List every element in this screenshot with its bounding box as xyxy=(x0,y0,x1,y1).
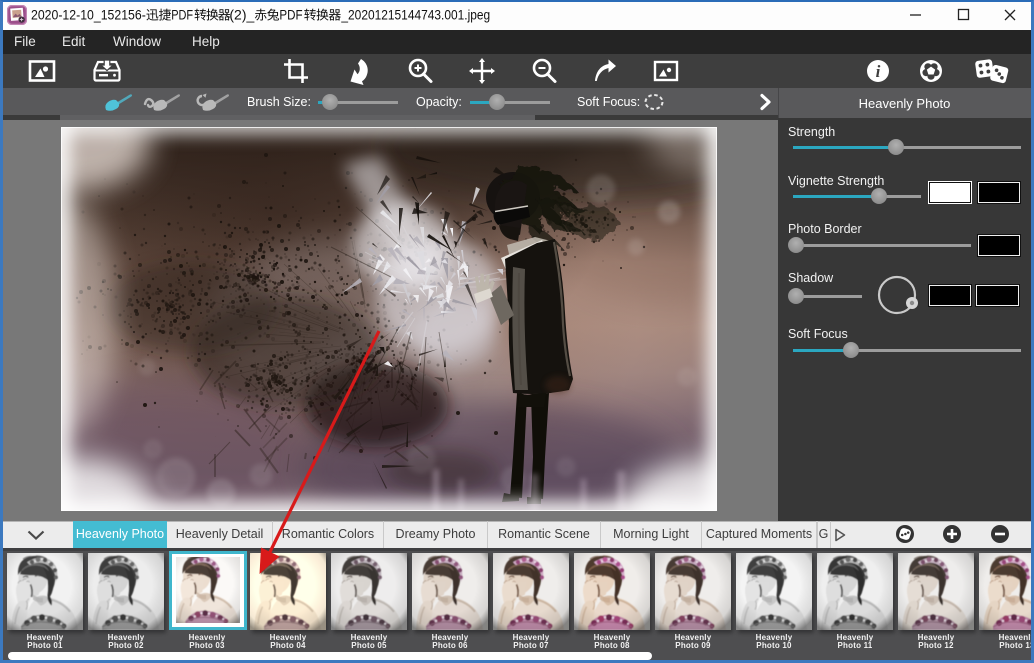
svg-text:i: i xyxy=(876,62,881,81)
svg-text:PDF: PDF xyxy=(279,8,302,23)
svg-text:_20201215144743.001.jpeg: _20201215144743.001.jpeg xyxy=(341,8,491,23)
svg-text:(2)_: (2)_ xyxy=(229,8,254,23)
svg-text:PDF: PDF xyxy=(171,8,193,23)
svg-text:2020-12-10_152156-: 2020-12-10_152156- xyxy=(31,8,146,23)
